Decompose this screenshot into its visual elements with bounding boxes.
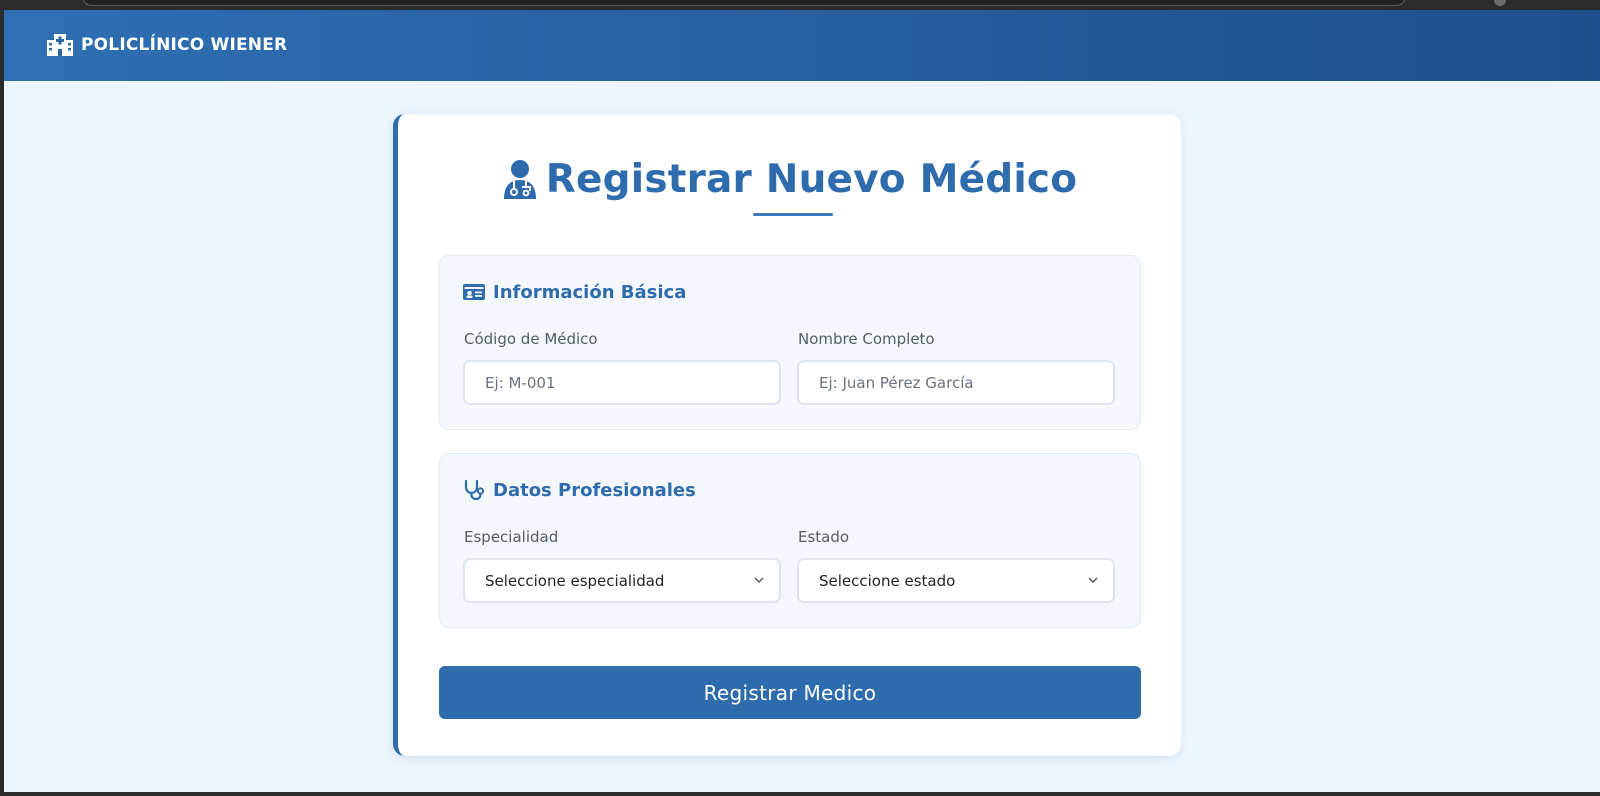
chevron-down-icon	[1088, 577, 1098, 583]
nombre-label: Nombre Completo	[798, 330, 935, 348]
browser-top-strip	[0, 0, 1600, 10]
page-title: Registrar Nuevo Médico	[545, 156, 1078, 202]
brand-name: POLICLÍNICO WIENER	[81, 35, 288, 55]
stethoscope-icon	[464, 480, 485, 500]
title-underline	[753, 213, 833, 216]
section-heading: Información Básica	[463, 280, 686, 304]
especialidad-selected-value: Seleccione especialidad	[485, 571, 665, 590]
profile-icon[interactable]	[1494, 0, 1506, 6]
section-professional-data: Datos Profesionales Especialidad Estado …	[439, 453, 1141, 628]
id-card-icon	[463, 284, 485, 300]
codigo-input[interactable]	[463, 360, 781, 405]
nombre-input[interactable]	[797, 360, 1115, 405]
section-heading: Datos Profesionales	[463, 478, 696, 502]
navbar-brand[interactable]: POLICLÍNICO WIENER	[47, 34, 287, 56]
estado-label: Estado	[798, 528, 850, 546]
doctor-icon	[503, 160, 536, 199]
form-header: Registrar Nuevo Médico	[398, 154, 1181, 204]
estado-select[interactable]: Seleccione estado	[797, 558, 1115, 603]
estado-selected-value: Seleccione estado	[819, 571, 956, 590]
chevron-down-icon	[754, 577, 764, 583]
address-bar[interactable]	[82, 0, 1406, 6]
page-viewport: POLICLÍNICO WIENER Registrar Nuevo Médic…	[4, 10, 1600, 792]
section-heading-text: Datos Profesionales	[493, 479, 696, 501]
hospital-icon	[47, 34, 73, 56]
register-form-card: Registrar Nuevo Médico Información Básic…	[393, 114, 1181, 756]
section-basic-info: Información Básica Código de Médico Nomb…	[439, 255, 1141, 430]
register-button[interactable]: Registrar Medico	[439, 666, 1141, 719]
top-navbar: POLICLÍNICO WIENER	[4, 10, 1600, 81]
especialidad-label: Especialidad	[464, 528, 559, 546]
section-heading-text: Información Básica	[493, 281, 687, 303]
especialidad-select[interactable]: Seleccione especialidad	[463, 558, 781, 603]
codigo-label: Código de Médico	[464, 330, 598, 348]
